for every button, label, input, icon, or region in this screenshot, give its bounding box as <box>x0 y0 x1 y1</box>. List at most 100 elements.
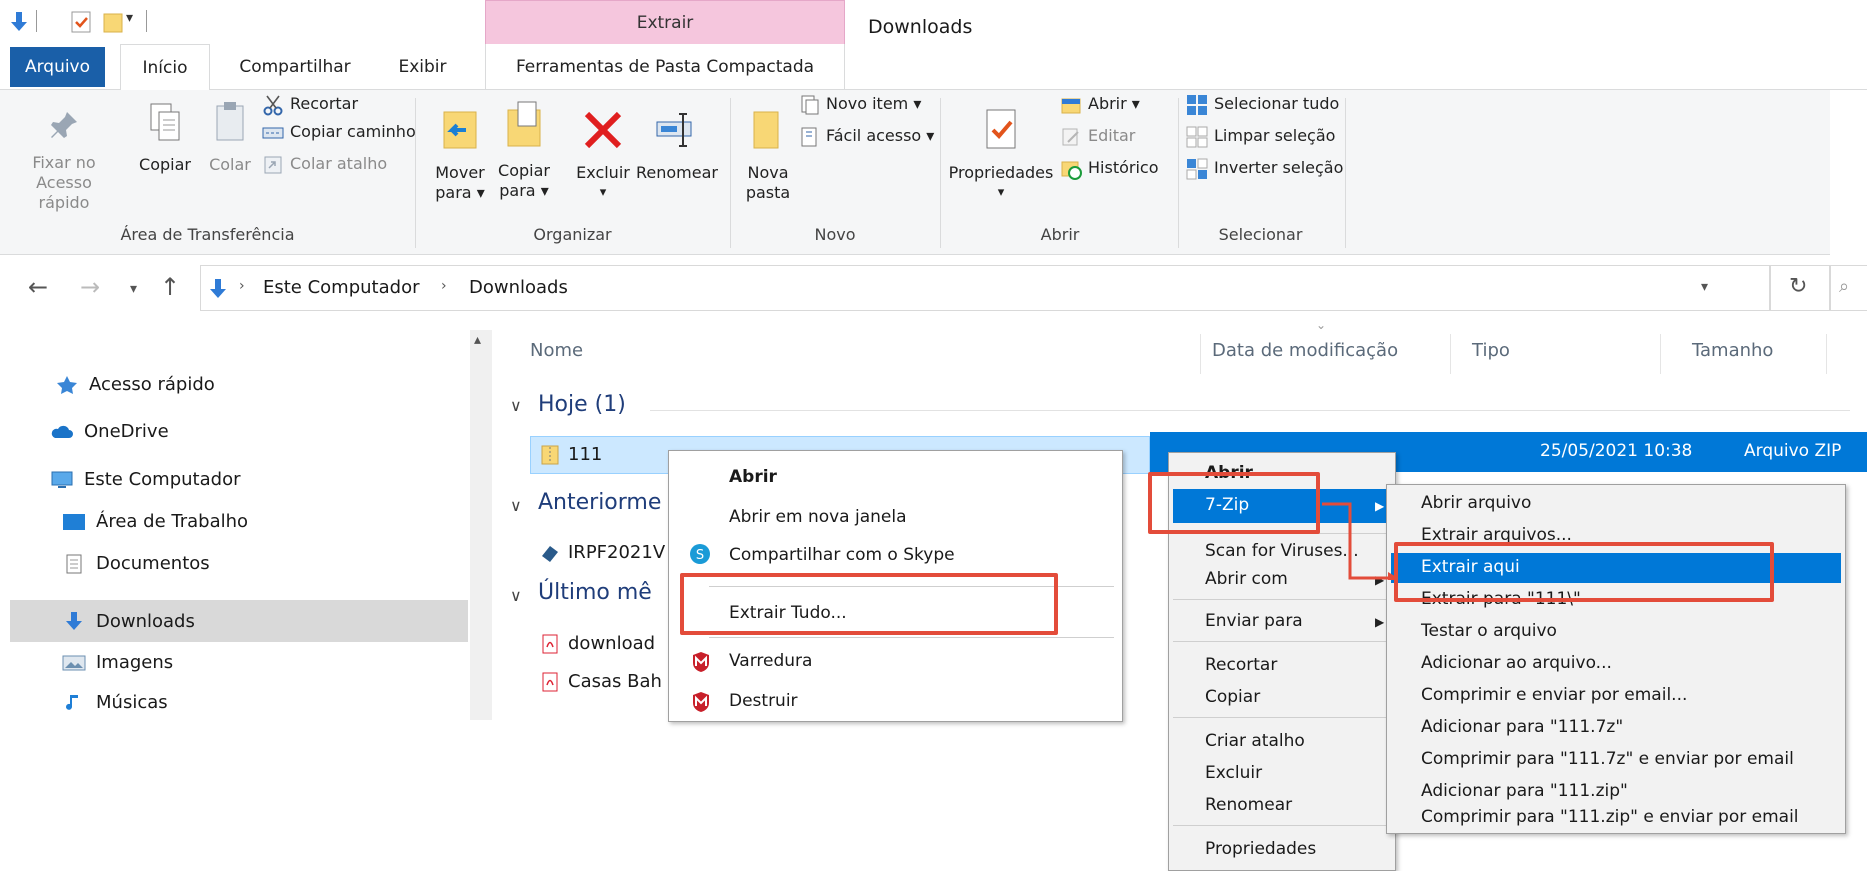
menu-item-abrir-classic[interactable]: Abrir <box>1205 463 1253 483</box>
nav-item-este-computador[interactable]: Este Computador <box>50 460 240 500</box>
column-header-tamanho[interactable]: Tamanho <box>1692 340 1773 361</box>
file-row-download[interactable]: download <box>540 627 655 661</box>
column-header-data[interactable]: Data de modificação <box>1212 340 1398 361</box>
edit-button[interactable]: Editar <box>1060 122 1135 150</box>
move-folder-icon <box>443 111 477 149</box>
copy-folder-icon <box>507 101 541 147</box>
address-dropdown-chevron-icon[interactable]: ▾ <box>1701 279 1708 295</box>
new-item-button[interactable]: Novo item ▾ <box>798 90 921 118</box>
file-row-111[interactable]: 111 <box>540 438 602 472</box>
menu-item-copiar[interactable]: Copiar <box>1205 687 1260 707</box>
nav-item-onedrive[interactable]: OneDrive <box>50 412 169 452</box>
rename-button[interactable]: Renomear <box>636 108 718 183</box>
refresh-button[interactable]: ↻ <box>1770 265 1830 311</box>
menu-item-extrair-arquivos[interactable]: Extrair arquivos... <box>1421 525 1572 545</box>
menu-item-extrair-aqui[interactable]: Extrair aqui <box>1421 557 1520 577</box>
breadcrumb-este-computador[interactable]: Este Computador <box>263 277 419 298</box>
nav-item-downloads[interactable]: Downloads <box>62 602 195 642</box>
download-arrow-icon[interactable] <box>8 10 30 34</box>
context-tab-group-extrair: Extrair <box>485 0 845 44</box>
menu-item-enviar-para[interactable]: Enviar para <box>1205 611 1303 631</box>
tab-arquivo[interactable]: Arquivo <box>10 47 105 87</box>
menu-item-destruir[interactable]: Destruir <box>729 691 798 711</box>
easy-access-icon <box>801 127 817 146</box>
menu-item-testar[interactable]: Testar o arquivo <box>1421 621 1557 641</box>
move-to-button[interactable]: Mover para ▾ <box>428 108 492 203</box>
file-row-irpf[interactable]: IRPF2021V <box>540 536 665 570</box>
navigation-bar: ← → ▾ ↑ › Este Computador › Downloads ▾ … <box>0 263 1867 313</box>
folder-icon <box>753 111 779 149</box>
address-bar[interactable]: › Este Computador › Downloads ▾ <box>200 265 1770 311</box>
history-button[interactable]: Histórico <box>1060 154 1158 182</box>
nav-item-imagens[interactable]: Imagens <box>62 643 173 683</box>
invert-selection-icon <box>1186 158 1208 179</box>
customize-quick-access-icon[interactable]: ▾ <box>126 10 133 26</box>
menu-item-comprimir-7z-email[interactable]: Comprimir para "111.7z" e enviar por ema… <box>1421 749 1794 769</box>
menu-item-7zip[interactable]: 7-Zip <box>1205 495 1249 515</box>
group-collapse-chevron-icon[interactable]: ∨ <box>510 586 522 605</box>
copy-path-button[interactable]: Copiar caminho <box>262 118 416 146</box>
column-header-tipo[interactable]: Tipo <box>1472 340 1510 361</box>
group-collapse-chevron-icon[interactable]: ∨ <box>510 396 522 415</box>
menu-item-adicionar-arquivo[interactable]: Adicionar ao arquivo... <box>1421 653 1612 673</box>
paste-shortcut-button[interactable]: Colar atalho <box>262 150 387 178</box>
menu-item-varredura[interactable]: Varredura <box>729 651 812 671</box>
up-arrow-icon[interactable]: ↑ <box>160 273 180 301</box>
group-collapse-chevron-icon[interactable]: ∨ <box>510 496 522 515</box>
pin-quick-access-button[interactable]: Fixar no Acesso rápido <box>14 108 114 213</box>
window-title: Downloads <box>868 16 973 38</box>
menu-item-comprimir-zip-email[interactable]: Comprimir para "111.zip" e enviar por em… <box>1421 807 1799 827</box>
properties-check-icon[interactable] <box>70 10 92 34</box>
new-folder-button[interactable]: Nova pasta <box>738 108 798 203</box>
scroll-up-icon[interactable]: ▴ <box>474 332 481 348</box>
delete-button[interactable]: Excluir ▾ <box>568 108 638 203</box>
menu-item-abrir-com[interactable]: Abrir com <box>1205 569 1288 589</box>
nav-item-musicas[interactable]: Músicas <box>62 683 168 723</box>
menu-item-criar-atalho[interactable]: Criar atalho <box>1205 731 1305 751</box>
group-header-hoje[interactable]: Hoje (1) <box>538 392 626 417</box>
easy-access-button[interactable]: Fácil acesso ▾ <box>798 122 934 150</box>
copy-to-button[interactable]: Copiar para ▾ <box>492 100 556 201</box>
cut-button[interactable]: Recortar <box>262 90 358 118</box>
nav-item-area-de-trabalho[interactable]: Área de Trabalho <box>62 502 248 542</box>
select-all-button[interactable]: Selecionar tudo <box>1186 90 1339 118</box>
search-input[interactable]: ⌕ <box>1830 265 1867 311</box>
menu-item-excluir[interactable]: Excluir <box>1205 763 1262 783</box>
nav-item-acesso-rapido[interactable]: Acesso rápido <box>55 365 215 405</box>
menu-item-abrir-nova-janela[interactable]: Abrir em nova janela <box>729 507 907 527</box>
menu-item-compartilhar-skype[interactable]: Compartilhar com o Skype <box>729 545 955 565</box>
file-row-casas[interactable]: Casas Bah <box>540 665 662 699</box>
back-arrow-icon[interactable]: ← <box>28 273 48 301</box>
breadcrumb-downloads[interactable]: Downloads <box>469 277 568 298</box>
group-header-anteriormente[interactable]: Anteriorme <box>538 490 661 515</box>
tab-compartilhar[interactable]: Compartilhar <box>230 44 360 90</box>
menu-item-renomear[interactable]: Renomear <box>1205 795 1292 815</box>
menu-item-adicionar-zip[interactable]: Adicionar para "111.zip" <box>1421 781 1628 801</box>
copy-button[interactable]: Copiar <box>130 100 200 175</box>
nav-item-documentos[interactable]: Documentos <box>62 544 210 584</box>
open-button[interactable]: Abrir ▾ <box>1060 90 1140 118</box>
annotation-arrow-icon <box>1322 502 1398 580</box>
menu-item-abrir[interactable]: Abrir <box>729 467 777 487</box>
column-header-nome[interactable]: Nome <box>530 340 583 361</box>
forward-arrow-icon[interactable]: → <box>80 273 100 301</box>
menu-item-extrair-para[interactable]: Extrair para "111\" <box>1421 589 1581 609</box>
recent-locations-chevron-icon[interactable]: ▾ <box>130 281 137 297</box>
tab-ferramentas-pasta-compactada[interactable]: Ferramentas de Pasta Compactada <box>485 44 845 90</box>
properties-button[interactable]: Propriedades ▾ <box>946 108 1056 203</box>
menu-item-comprimir-email[interactable]: Comprimir e enviar por email... <box>1421 685 1687 705</box>
paste-button[interactable]: Colar <box>200 100 260 175</box>
new-folder-icon[interactable] <box>102 10 124 34</box>
menu-item-recortar[interactable]: Recortar <box>1205 655 1277 675</box>
tab-exibir[interactable]: Exibir <box>380 44 465 90</box>
invert-selection-button[interactable]: Inverter seleção <box>1186 154 1343 182</box>
menu-item-extrair-tudo[interactable]: Extrair Tudo... <box>729 603 847 623</box>
menu-item-abrir-arquivo[interactable]: Abrir arquivo <box>1421 493 1531 513</box>
tab-inicio[interactable]: Início <box>120 44 210 91</box>
menu-item-propriedades[interactable]: Propriedades <box>1205 839 1316 859</box>
nav-pane-scrollbar[interactable]: ▴ <box>470 330 492 720</box>
new-item-icon <box>801 95 819 114</box>
group-header-ultimo-mes[interactable]: Último mê <box>538 580 652 605</box>
clear-selection-button[interactable]: Limpar seleção <box>1186 122 1335 150</box>
menu-item-adicionar-7z[interactable]: Adicionar para "111.7z" <box>1421 717 1623 737</box>
